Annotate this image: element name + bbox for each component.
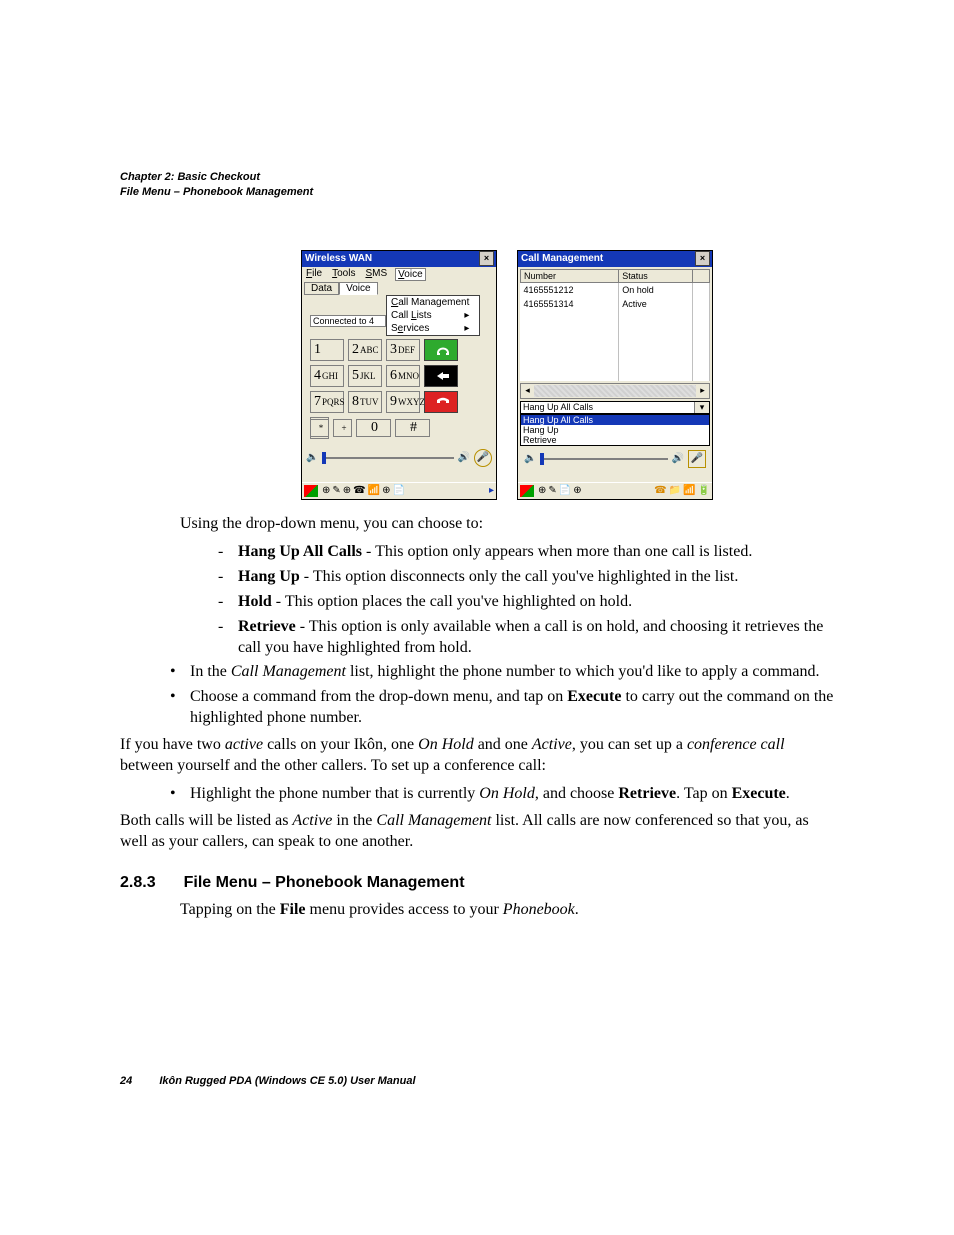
key-4[interactable]: 4GHI: [310, 365, 344, 387]
tab-voice[interactable]: Voice: [339, 282, 377, 295]
titlebar[interactable]: Wireless WAN ×: [302, 251, 496, 267]
key-plus[interactable]: +: [333, 419, 352, 437]
system-tray-right[interactable]: ☎📁📶🔋: [654, 485, 710, 496]
key-2[interactable]: 2ABC: [348, 339, 382, 361]
titlebar[interactable]: Call Management ×: [518, 251, 712, 267]
key-1[interactable]: 1: [310, 339, 344, 361]
option-hangup-all[interactable]: Hang Up All Calls: [521, 415, 709, 425]
key-7[interactable]: 7PQRS: [310, 391, 344, 413]
submenu-call-lists[interactable]: Call Lists▸: [387, 309, 479, 322]
header-section: File Menu – Phonebook Management: [120, 185, 834, 200]
list-item: In the Call Management list, highlight t…: [120, 662, 834, 683]
header-chapter: Chapter 2: Basic Checkout: [120, 170, 834, 185]
system-tray[interactable]: ⊕✎📄⊕: [538, 485, 582, 496]
hangup-button[interactable]: [424, 391, 458, 413]
paragraph: If you have two active calls on your Ikô…: [120, 735, 834, 777]
backspace-button[interactable]: [424, 365, 458, 387]
menu-voice[interactable]: Voice: [395, 268, 425, 281]
key-8[interactable]: 8TUV: [348, 391, 382, 413]
page-footer: 24 Ikôn Rugged PDA (Windows CE 5.0) User…: [120, 1075, 416, 1087]
volume-high-icon: 🔊: [458, 452, 470, 463]
key-9[interactable]: 9WXYZ: [386, 391, 420, 413]
submenu-call-management[interactable]: Call Management: [387, 296, 479, 309]
menu-tools[interactable]: Tools: [330, 268, 357, 281]
col-number[interactable]: Number: [521, 269, 619, 282]
list-item: Hang Up - This option disconnects only t…: [120, 567, 834, 588]
list-item: Retrieve - This option is only available…: [120, 617, 834, 659]
section-title: File Menu – Phonebook Management: [184, 873, 465, 894]
paragraph: Tapping on the File menu provides access…: [120, 900, 834, 921]
system-tray[interactable]: ⊕✎⊕☎📶⊕📄: [322, 485, 405, 496]
footer-title: Ikôn Rugged PDA (Windows CE 5.0) User Ma…: [159, 1075, 415, 1087]
menu-sms[interactable]: SMS: [363, 268, 389, 281]
paragraph: Using the drop-down menu, you can choose…: [120, 514, 834, 535]
section-number: 2.8.3: [120, 873, 156, 894]
taskbar[interactable]: ⊕✎📄⊕ ☎📁📶🔋: [518, 482, 712, 499]
table-row[interactable]: 4165551314 Active: [521, 297, 710, 311]
page-number: 24: [120, 1075, 132, 1087]
tray-expand-icon[interactable]: ▸: [489, 485, 494, 496]
key-3[interactable]: 3DEF: [386, 339, 420, 361]
action-dropdown-list[interactable]: Hang Up All Calls Hang Up Retrieve: [520, 414, 710, 446]
action-dropdown[interactable]: Hang Up All Calls ▾: [520, 401, 710, 414]
key-hash[interactable]: #: [395, 419, 430, 437]
scroll-left-icon[interactable]: ◂: [521, 385, 534, 397]
key-5[interactable]: 5JKL: [348, 365, 382, 387]
mute-icon[interactable]: 🎤: [688, 450, 706, 468]
volume-low-icon: 🔈: [306, 452, 318, 463]
tabs[interactable]: Data Voice: [302, 282, 496, 295]
volume-low-icon: 🔈: [524, 453, 536, 464]
menu-file[interactable]: File: [304, 268, 324, 281]
scroll-right-icon[interactable]: ▸: [696, 385, 709, 397]
wireless-wan-window: Wireless WAN × File Tools SMS Voice Data…: [301, 250, 497, 500]
connection-status: Connected to 4: [310, 315, 386, 327]
volume-high-icon: 🔊: [672, 453, 684, 464]
section-heading: 2.8.3 File Menu – Phonebook Management: [120, 873, 834, 894]
mute-icon[interactable]: 🎤: [474, 449, 492, 467]
window-title: Wireless WAN: [305, 253, 372, 264]
volume-slider[interactable]: 🔈 🔊 🎤: [520, 448, 710, 470]
call-management-window: Call Management × Number Status 41655512…: [517, 250, 713, 500]
start-icon[interactable]: [520, 485, 534, 497]
calls-table[interactable]: Number Status 4165551212 On hold 4165551…: [520, 269, 710, 381]
window-title: Call Management: [521, 253, 603, 264]
table-row[interactable]: 4165551212 On hold: [521, 282, 710, 297]
col-status[interactable]: Status: [619, 269, 693, 282]
key-star[interactable]: *: [310, 419, 329, 437]
list-item: Hang Up All Calls - This option only app…: [120, 542, 834, 563]
taskbar[interactable]: ⊕✎⊕☎📶⊕📄 ▸: [302, 482, 496, 499]
submenu-services[interactable]: Services▸: [387, 322, 479, 335]
tab-data[interactable]: Data: [304, 282, 339, 295]
running-header: Chapter 2: Basic Checkout File Menu – Ph…: [120, 170, 834, 200]
menubar[interactable]: File Tools SMS Voice: [302, 267, 496, 282]
option-retrieve[interactable]: Retrieve: [521, 435, 709, 445]
call-button[interactable]: [424, 339, 458, 361]
key-6[interactable]: 6MNO: [386, 365, 420, 387]
key-0[interactable]: 0: [356, 419, 391, 437]
list-item: Hold - This option places the call you'v…: [120, 592, 834, 613]
volume-slider[interactable]: 🔈 🔊 🎤: [302, 447, 496, 469]
start-icon[interactable]: [304, 485, 318, 497]
close-icon[interactable]: ×: [695, 251, 710, 266]
paragraph: Both calls will be listed as Active in t…: [120, 811, 834, 853]
option-hangup[interactable]: Hang Up: [521, 425, 709, 435]
close-icon[interactable]: ×: [479, 251, 494, 266]
list-item: Highlight the phone number that is curre…: [120, 784, 834, 805]
list-item: Choose a command from the drop-down menu…: [120, 687, 834, 729]
horizontal-scrollbar[interactable]: ◂ ▸: [520, 383, 710, 399]
chevron-down-icon[interactable]: ▾: [694, 402, 709, 413]
voice-submenu[interactable]: Call Management Call Lists▸ Services▸: [386, 295, 480, 336]
